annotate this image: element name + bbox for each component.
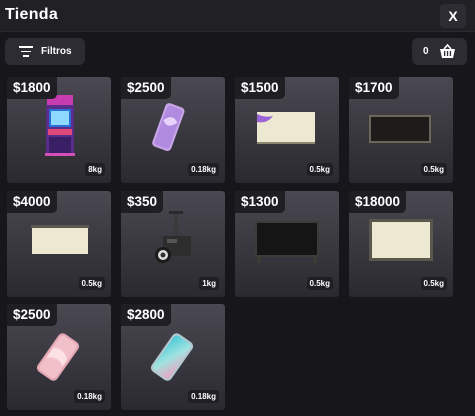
- shop-item[interactable]: $1500 0.5kg: [235, 77, 339, 183]
- shop-item[interactable]: $4000 0.5kg: [7, 191, 111, 297]
- header-bar: Tienda X: [0, 0, 475, 32]
- item-price: $1800: [7, 77, 57, 99]
- cart-count: 0: [423, 46, 429, 57]
- phone-pink-icon: [36, 333, 80, 381]
- shop-item[interactable]: $2800 0.18kg: [121, 304, 225, 410]
- filters-button[interactable]: Filtros: [5, 38, 85, 65]
- dark-panel-icon: [369, 115, 431, 143]
- item-price: $18000: [349, 191, 407, 213]
- framed-screen-icon: [369, 219, 433, 261]
- basket-icon: [440, 44, 455, 58]
- close-button[interactable]: X: [440, 4, 466, 28]
- shop-item[interactable]: $2500 0.18kg: [121, 77, 225, 183]
- item-price: $1700: [349, 77, 399, 99]
- shop-item[interactable]: $1300 0.5kg: [235, 191, 339, 297]
- filter-icon: [19, 46, 33, 57]
- item-price: $1500: [235, 77, 285, 99]
- item-price: $2800: [121, 304, 171, 326]
- item-price: $2500: [121, 77, 171, 99]
- item-price: $1300: [235, 191, 285, 213]
- item-weight: 8kg: [85, 163, 105, 176]
- cart-button[interactable]: 0: [412, 38, 467, 65]
- filters-label: Filtros: [41, 46, 72, 57]
- shop-item[interactable]: $350 1kg: [121, 191, 225, 297]
- shop-item[interactable]: $1700 0.5kg: [349, 77, 453, 183]
- phone-icon: [152, 103, 185, 151]
- tv-icon: [255, 221, 319, 263]
- item-weight: 0.5kg: [420, 163, 447, 176]
- item-weight: 0.18kg: [74, 390, 105, 403]
- phone-gradient-icon: [150, 333, 194, 381]
- projector-screen-icon: [31, 225, 89, 254]
- arcade-machine-icon: [45, 95, 75, 156]
- item-weight: 0.5kg: [306, 277, 333, 290]
- item-weight: 0.5kg: [306, 163, 333, 176]
- item-price: $350: [121, 191, 164, 213]
- item-price: $2500: [7, 304, 57, 326]
- item-weight: 0.18kg: [188, 163, 219, 176]
- shop-item[interactable]: $18000 0.5kg: [349, 191, 453, 297]
- page-title: Tienda: [5, 6, 59, 23]
- item-weight: 0.5kg: [78, 277, 105, 290]
- item-price: $4000: [7, 191, 57, 213]
- item-weight: 0.5kg: [420, 277, 447, 290]
- item-weight: 1kg: [199, 277, 219, 290]
- shop-item[interactable]: $2500 0.18kg: [7, 304, 111, 410]
- item-weight: 0.18kg: [188, 390, 219, 403]
- shop-item[interactable]: $1800 8kg: [7, 77, 111, 183]
- ceiling-projector-icon: [155, 211, 191, 263]
- canvas-icon: [257, 112, 315, 144]
